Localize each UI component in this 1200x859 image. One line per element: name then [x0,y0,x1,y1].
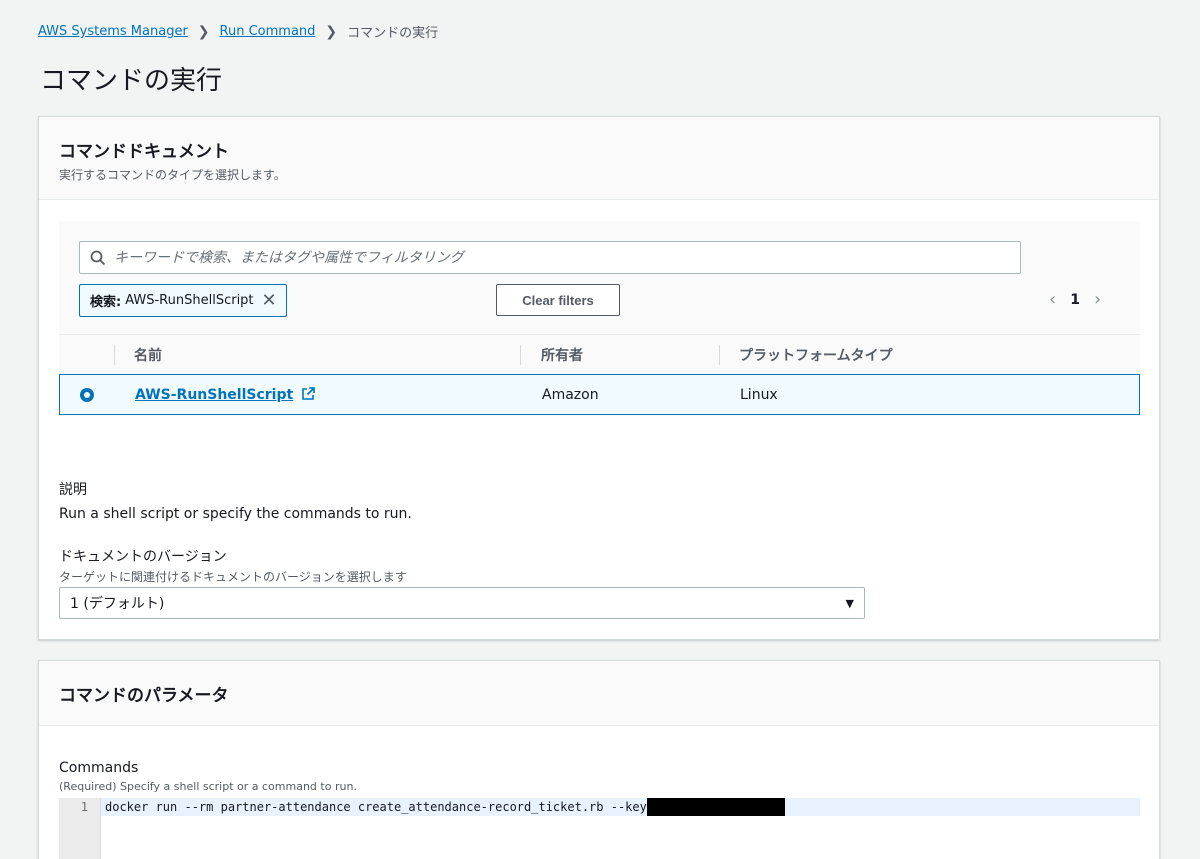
commands-editor[interactable]: 1 docker run --rm partner-attendance cre… [59,798,1140,859]
column-header-name[interactable]: 名前 [134,345,162,365]
breadcrumb-run-command[interactable]: Run Command [220,24,316,39]
line-gutter: 1 [59,798,101,859]
panel-header: コマンドドキュメント 実行するコマンドのタイプを選択します。 [39,117,1159,200]
filter-token-key: 検索: [90,295,122,310]
filter-token-value: AWS-RunShellScript [125,293,254,308]
redacted-block [646,798,785,816]
document-table: 検索: AWS-RunShellScript ✕ Clear filters ‹… [59,221,1140,416]
description-text: Run a shell script or specify the comman… [59,506,412,522]
panel-title: コマンドのパラメータ [59,686,229,706]
close-icon[interactable]: ✕ [262,290,277,311]
commands-label: Commands [59,760,139,776]
column-divider [719,345,720,365]
search-icon [90,250,106,265]
page-title: コマンドの実行 [40,66,223,96]
column-header-owner[interactable]: 所有者 [541,345,583,365]
row-radio[interactable] [80,388,94,402]
command-parameters-panel: コマンドのパラメータ Commands (Required) Specify a… [38,660,1160,859]
panel-title: コマンドドキュメント [59,142,229,162]
version-label: ドキュメントのバージョン [59,549,227,565]
panel-header: コマンドのパラメータ [39,661,1159,726]
table-row[interactable]: AWS-RunShellScript Amazon Linux [59,374,1140,415]
filter-token: 検索: AWS-RunShellScript ✕ [79,284,287,317]
code-line[interactable]: docker run --rm partner-attendance creat… [101,798,1140,816]
command-document-panel: コマンドドキュメント 実行するコマンドのタイプを選択します。 検索: AWS-R… [38,116,1160,640]
breadcrumb-systems-manager[interactable]: AWS Systems Manager [38,24,188,39]
clear-filters-button[interactable]: Clear filters [496,284,620,316]
table-header: 名前 所有者 プラットフォームタイプ [59,334,1140,374]
breadcrumb: AWS Systems Manager ❯ Run Command ❯ コマンド… [38,22,439,42]
document-name-cell: AWS-RunShellScript [135,387,315,403]
external-link-icon[interactable] [301,386,315,401]
search-field[interactable] [79,241,1021,274]
chevron-right-icon[interactable]: › [1086,289,1109,310]
commands-hint: (Required) Specify a shell script or a c… [59,780,357,793]
panel-subtitle: 実行するコマンドのタイプを選択します。 [59,168,286,182]
chevron-left-icon[interactable]: ‹ [1041,289,1064,310]
column-header-platform[interactable]: プラットフォームタイプ [739,345,893,365]
owner-cell: Amazon [542,386,599,403]
line-number: 1 [80,800,88,814]
document-link[interactable]: AWS-RunShellScript [135,387,293,403]
breadcrumb-current: コマンドの実行 [347,26,439,41]
version-select-value: 1 (デフォルト) [70,596,165,612]
description-label: 説明 [59,482,87,498]
column-divider [520,345,521,365]
column-divider [114,345,115,365]
page-number[interactable]: 1 [1064,292,1086,308]
caret-down-icon: ▼ [845,596,854,610]
version-select[interactable]: 1 (デフォルト) ▼ [59,587,865,619]
version-hint: ターゲットに関連付けるドキュメントのバージョンを選択します [59,570,407,584]
pagination: ‹ 1 › [1041,289,1109,310]
chevron-right-icon: ❯ [325,23,338,40]
chevron-right-icon: ❯ [197,23,210,40]
command-text: docker run --rm partner-attendance creat… [105,800,647,814]
search-input[interactable] [114,249,1020,266]
platform-cell: Linux [740,386,778,403]
